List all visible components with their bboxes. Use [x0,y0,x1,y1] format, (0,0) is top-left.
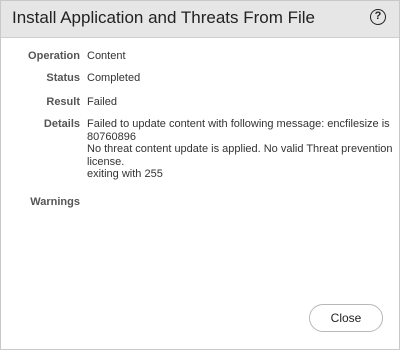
details-label: Details [43,118,80,130]
dialog-title: Install Application and Threats From Fil… [12,8,315,27]
help-icon[interactable]: ? [370,9,386,25]
close-button[interactable]: Close [309,304,383,332]
details-line: No threat content update is applied. No … [87,143,393,155]
result-value: Failed [87,96,117,108]
details-value: Failed to update content with following … [87,118,393,181]
details-line: exiting with 255 [87,168,163,180]
dialog-titlebar: Install Application and Threats From Fil… [1,1,399,38]
result-label: Result [46,96,80,108]
warnings-label: Warnings [30,196,80,208]
status-value: Completed [87,72,141,84]
operation-value: Content [87,50,126,62]
install-dialog: Install Application and Threats From Fil… [0,0,400,350]
details-line: Failed to update content with following … [87,118,390,130]
operation-label: Operation [28,50,80,62]
status-label: Status [46,72,80,84]
details-line: 80760896 [87,130,136,143]
details-line: license. [87,155,125,168]
